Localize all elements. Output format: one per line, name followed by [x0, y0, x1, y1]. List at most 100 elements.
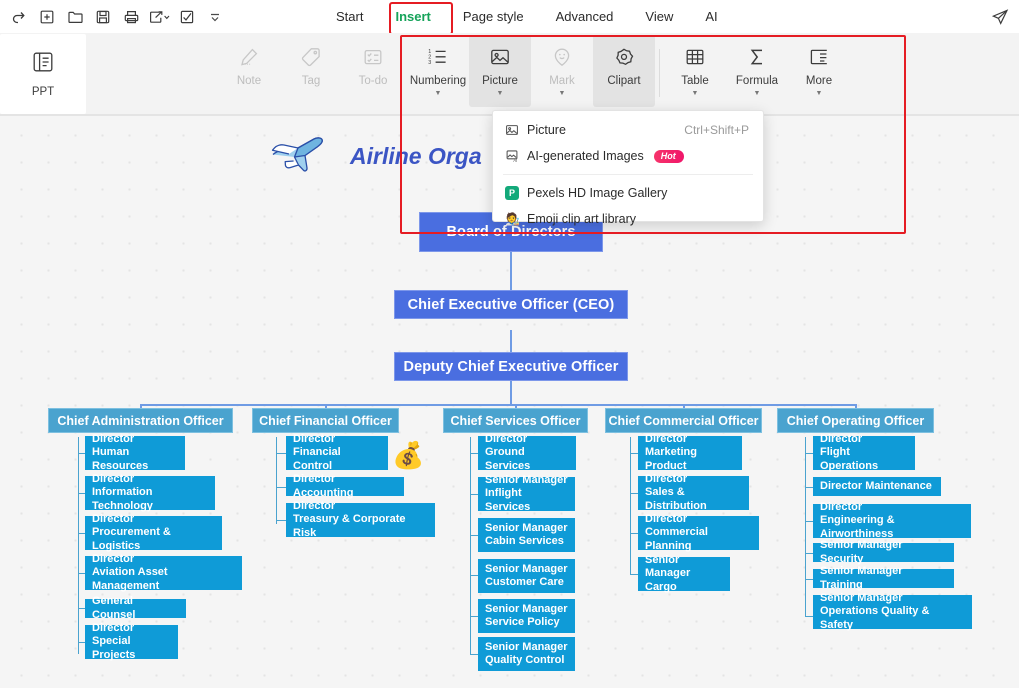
stub: [78, 642, 85, 644]
node-director-treasury-corporate-risk[interactable]: Director Treasury & Corporate Risk: [286, 499, 435, 539]
node-director-engineering-airworthiness[interactable]: Director Engineering & Airworthiness: [813, 501, 971, 540]
ribbon-label-mark: Mark: [549, 75, 575, 87]
ribbon-group-annotate: Note Tag To-do: [218, 35, 404, 113]
menu-item-emoji-label: Emoji clip art library: [527, 212, 637, 226]
ribbon-label-formula: Formula: [735, 75, 779, 87]
ribbon-button-more[interactable]: More ▼: [788, 35, 850, 107]
node-director-commercial-planning[interactable]: Director Commercial Planning: [638, 513, 759, 552]
ai-image-icon: AI: [505, 149, 527, 163]
node-director-ground-services[interactable]: Director Ground Services: [478, 433, 576, 472]
node-director-marketing-product[interactable]: Director Marketing Product: [638, 433, 742, 472]
tab-insert[interactable]: Insert: [379, 5, 446, 29]
node-senior-manager-inflight-services[interactable]: Senior Manager Inflight Services: [478, 473, 575, 513]
chevron-down-icon-formula[interactable]: ▼: [754, 90, 761, 97]
chevron-down-icon-table[interactable]: ▼: [692, 90, 699, 97]
node-senior-manager-cargo[interactable]: Senior Manager Cargo: [638, 554, 730, 593]
tab-page-style[interactable]: Page style: [447, 5, 540, 29]
stub: [805, 487, 813, 489]
node-director-accounting[interactable]: Director Accounting: [286, 473, 404, 499]
ribbon-label-clipart: Clipart: [607, 75, 641, 87]
node-director-financial-control[interactable]: Director Financial Control: [286, 433, 388, 472]
node-line1: Senior Manager: [485, 640, 568, 653]
stub: [78, 493, 85, 495]
application-window: Start Insert Page style Advanced View AI…: [0, 0, 1019, 688]
menu-bar: Start Insert Page style Advanced View AI: [0, 0, 1019, 35]
hot-badge: Hot: [653, 149, 684, 163]
node-chief-operating-officer[interactable]: Chief Operating Officer: [777, 408, 934, 433]
node-chief-administration-officer[interactable]: Chief Administration Officer: [48, 408, 233, 433]
share-export-icon[interactable]: [146, 4, 172, 30]
node-director-procurement-logistics[interactable]: Director Procurement & Logistics: [85, 512, 222, 552]
node-director-special-projects[interactable]: Director Special Projects: [85, 622, 178, 661]
node-director-aviation-asset-management[interactable]: Director Aviation Asset Management: [85, 553, 242, 592]
chevron-down-icon-picture[interactable]: ▼: [497, 90, 504, 97]
mark-smiley-icon: [551, 44, 573, 70]
ribbon-button-table[interactable]: Table ▼: [664, 35, 726, 107]
ribbon-button-picture[interactable]: Picture ▼: [469, 35, 531, 107]
menu-item-ai-generated-images[interactable]: AI AI-generated Images Hot: [493, 143, 763, 169]
node-director-maintenance[interactable]: Director Maintenance: [813, 477, 941, 496]
new-icon[interactable]: [34, 4, 60, 30]
ribbon-button-mark[interactable]: Mark ▼: [531, 35, 593, 107]
node-line1: Director Accounting: [293, 473, 354, 499]
node-director-information-technology[interactable]: Director Information Technology: [85, 473, 215, 512]
menu-item-pexels-gallery[interactable]: P Pexels HD Image Gallery: [493, 180, 763, 206]
tab-view[interactable]: View: [629, 5, 689, 29]
node-line1: Senior Manager: [485, 473, 568, 486]
ribbon-button-numbering[interactable]: 123 Numbering ▼: [407, 35, 469, 107]
chevron-down-icon-mark[interactable]: ▼: [559, 90, 566, 97]
stub: [630, 574, 638, 576]
ribbon-button-todo[interactable]: To-do: [342, 35, 404, 107]
ribbon-button-note[interactable]: Note: [218, 35, 280, 107]
node-ceo[interactable]: Chief Executive Officer (CEO): [394, 290, 628, 319]
node-senior-manager-training[interactable]: Senior Manager Training: [813, 565, 954, 591]
node-senior-manager-quality-control[interactable]: Senior Manager Quality Control: [478, 637, 575, 671]
node-senior-manager-cabin-services[interactable]: Senior Manager Cabin Services: [478, 518, 575, 552]
print-icon[interactable]: [118, 4, 144, 30]
node-chief-services-officer[interactable]: Chief Services Officer: [443, 408, 588, 433]
ribbon-button-tag[interactable]: Tag: [280, 35, 342, 107]
stub: [805, 616, 813, 618]
node-label: Chief Services Officer: [450, 413, 581, 428]
node-general-counsel[interactable]: General Counsel: [85, 595, 186, 621]
menu-item-emoji-library[interactable]: 🧑‍🎨 Emoji clip art library: [493, 206, 763, 232]
more-chevron-icon[interactable]: [202, 4, 228, 30]
node-director-flight-operations[interactable]: Director Flight Operations: [813, 432, 915, 472]
open-folder-icon[interactable]: [62, 4, 88, 30]
node-senior-manager-operations-quality-safety[interactable]: Senior Manager Operations Quality & Safe…: [813, 592, 972, 631]
node-deputy-ceo[interactable]: Deputy Chief Executive Officer: [394, 352, 628, 381]
node-line2: Special Projects: [92, 635, 136, 661]
ribbon-button-clipart[interactable]: Clipart: [593, 35, 655, 107]
node-senior-manager-security[interactable]: Senior Manager Security: [813, 539, 954, 565]
node-chief-financial-officer[interactable]: Chief Financial Officer: [252, 408, 399, 433]
chevron-down-icon-more[interactable]: ▼: [816, 90, 823, 97]
todo-list-icon: [362, 44, 384, 70]
stub: [805, 453, 813, 455]
node-line1: Director: [820, 432, 863, 445]
menu-item-picture[interactable]: Picture Ctrl+Shift+P: [493, 117, 763, 143]
node-senior-manager-customer-care[interactable]: Senior Manager Customer Care: [478, 559, 575, 593]
paper-plane-icon[interactable]: [987, 4, 1013, 30]
node-director-sales-distribution[interactable]: Director Sales & Distribution: [638, 473, 749, 512]
redo-icon[interactable]: [6, 4, 32, 30]
node-line1: Senior Manager: [485, 521, 568, 534]
node-line1: Director: [293, 499, 336, 512]
chevron-down-icon-numbering[interactable]: ▼: [435, 90, 442, 97]
node-line2: Ground Services: [485, 446, 531, 472]
node-senior-manager-service-policy[interactable]: Senior Manager Service Policy: [478, 599, 575, 633]
node-line1: Senior Manager Security: [820, 539, 903, 565]
picture-icon: [489, 44, 511, 70]
node-director-human-resources[interactable]: Director Human Resources: [85, 432, 185, 472]
tab-start[interactable]: Start: [320, 5, 379, 29]
ribbon-button-formula[interactable]: Formula ▼: [726, 35, 788, 107]
node-line1: Director: [92, 512, 135, 525]
pexels-icon: P: [505, 186, 527, 200]
node-chief-commercial-officer[interactable]: Chief Commercial Officer: [605, 408, 762, 433]
tab-ai[interactable]: AI: [689, 5, 733, 29]
node-line1: Director: [92, 432, 135, 445]
ppt-button[interactable]: PPT: [0, 34, 86, 114]
select-icon[interactable]: [174, 4, 200, 30]
tab-advanced[interactable]: Advanced: [540, 5, 630, 29]
save-icon[interactable]: [90, 4, 116, 30]
picture-dropdown-menu[interactable]: Picture Ctrl+Shift+P AI AI-generated Ima…: [492, 110, 764, 226]
